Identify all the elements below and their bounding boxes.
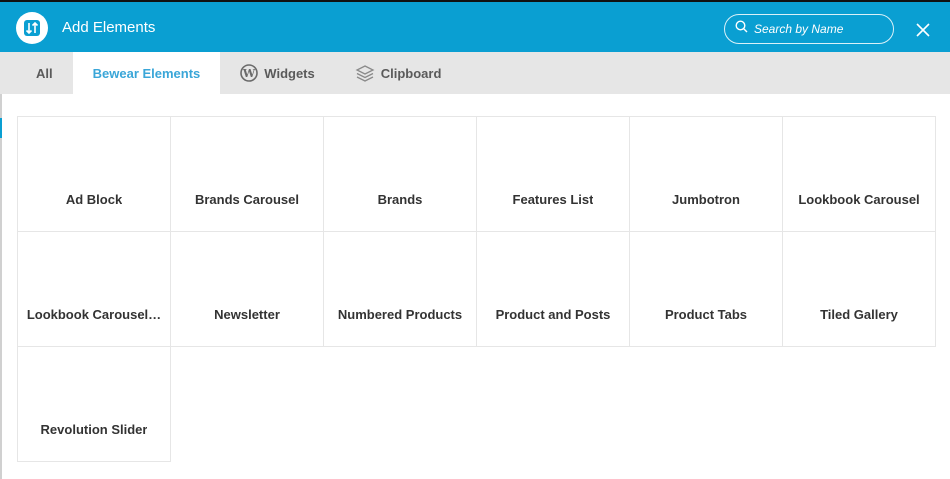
tab-all-label: All [36, 65, 53, 81]
elements-grid: Ad Block Brands Carousel Brands Features… [17, 116, 936, 462]
element-label: Brands Carousel [194, 192, 300, 207]
tab-all[interactable]: All [16, 52, 73, 94]
panel-edge-accent [0, 118, 2, 138]
close-icon[interactable] [912, 19, 934, 41]
modal-header: Add Elements [0, 0, 950, 52]
element-product-and-posts[interactable]: Product and Posts [476, 231, 630, 347]
panel-edge [0, 94, 2, 479]
element-features-list[interactable]: Features List [476, 116, 630, 232]
element-label: Features List [512, 192, 594, 207]
tab-widgets[interactable]: W Widgets [220, 52, 334, 94]
wordpress-icon: W [240, 64, 259, 82]
element-label: Product Tabs [664, 307, 748, 322]
element-numbered-products[interactable]: Numbered Products [323, 231, 477, 347]
element-label: Lookbook Carousel [798, 192, 920, 207]
element-label: Brands [377, 192, 423, 207]
element-ad-block[interactable]: Ad Block [17, 116, 171, 232]
element-lookbook-carousel-2[interactable]: Lookbook Carousel… [17, 231, 171, 347]
tab-clipboard[interactable]: Clipboard [335, 52, 462, 94]
updown-arrows-icon [16, 12, 48, 44]
search-icon [735, 20, 748, 38]
tab-bewear-elements-label: Bewear Elements [92, 65, 201, 81]
layers-icon [355, 64, 375, 82]
element-brands[interactable]: Brands [323, 116, 477, 232]
tab-widgets-label: Widgets [264, 65, 315, 81]
element-brands-carousel[interactable]: Brands Carousel [170, 116, 324, 232]
svg-text:W: W [242, 67, 256, 80]
element-label: Product and Posts [495, 307, 611, 322]
tab-bewear-elements[interactable]: Bewear Elements [72, 52, 221, 94]
element-lookbook-carousel[interactable]: Lookbook Carousel [782, 116, 936, 232]
element-jumbotron[interactable]: Jumbotron [629, 116, 783, 232]
element-label: Jumbotron [672, 192, 740, 207]
element-tiled-gallery[interactable]: Tiled Gallery [782, 231, 936, 347]
element-revolution-slider[interactable]: Revolution Slider [17, 346, 171, 462]
element-label: Newsletter [214, 307, 280, 322]
tab-bar: All Bewear Elements W Widgets Clipboard [0, 52, 950, 94]
element-label: Revolution Slider [40, 422, 148, 437]
search-input[interactable] [754, 22, 884, 36]
element-label: Numbered Products [337, 307, 463, 322]
element-label: Lookbook Carousel… [26, 307, 162, 322]
element-label: Ad Block [65, 192, 123, 207]
element-label: Tiled Gallery [820, 307, 898, 322]
element-newsletter[interactable]: Newsletter [170, 231, 324, 347]
modal-title: Add Elements [62, 19, 156, 36]
element-product-tabs[interactable]: Product Tabs [629, 231, 783, 347]
tab-clipboard-label: Clipboard [380, 65, 442, 81]
search-box[interactable] [724, 14, 894, 44]
